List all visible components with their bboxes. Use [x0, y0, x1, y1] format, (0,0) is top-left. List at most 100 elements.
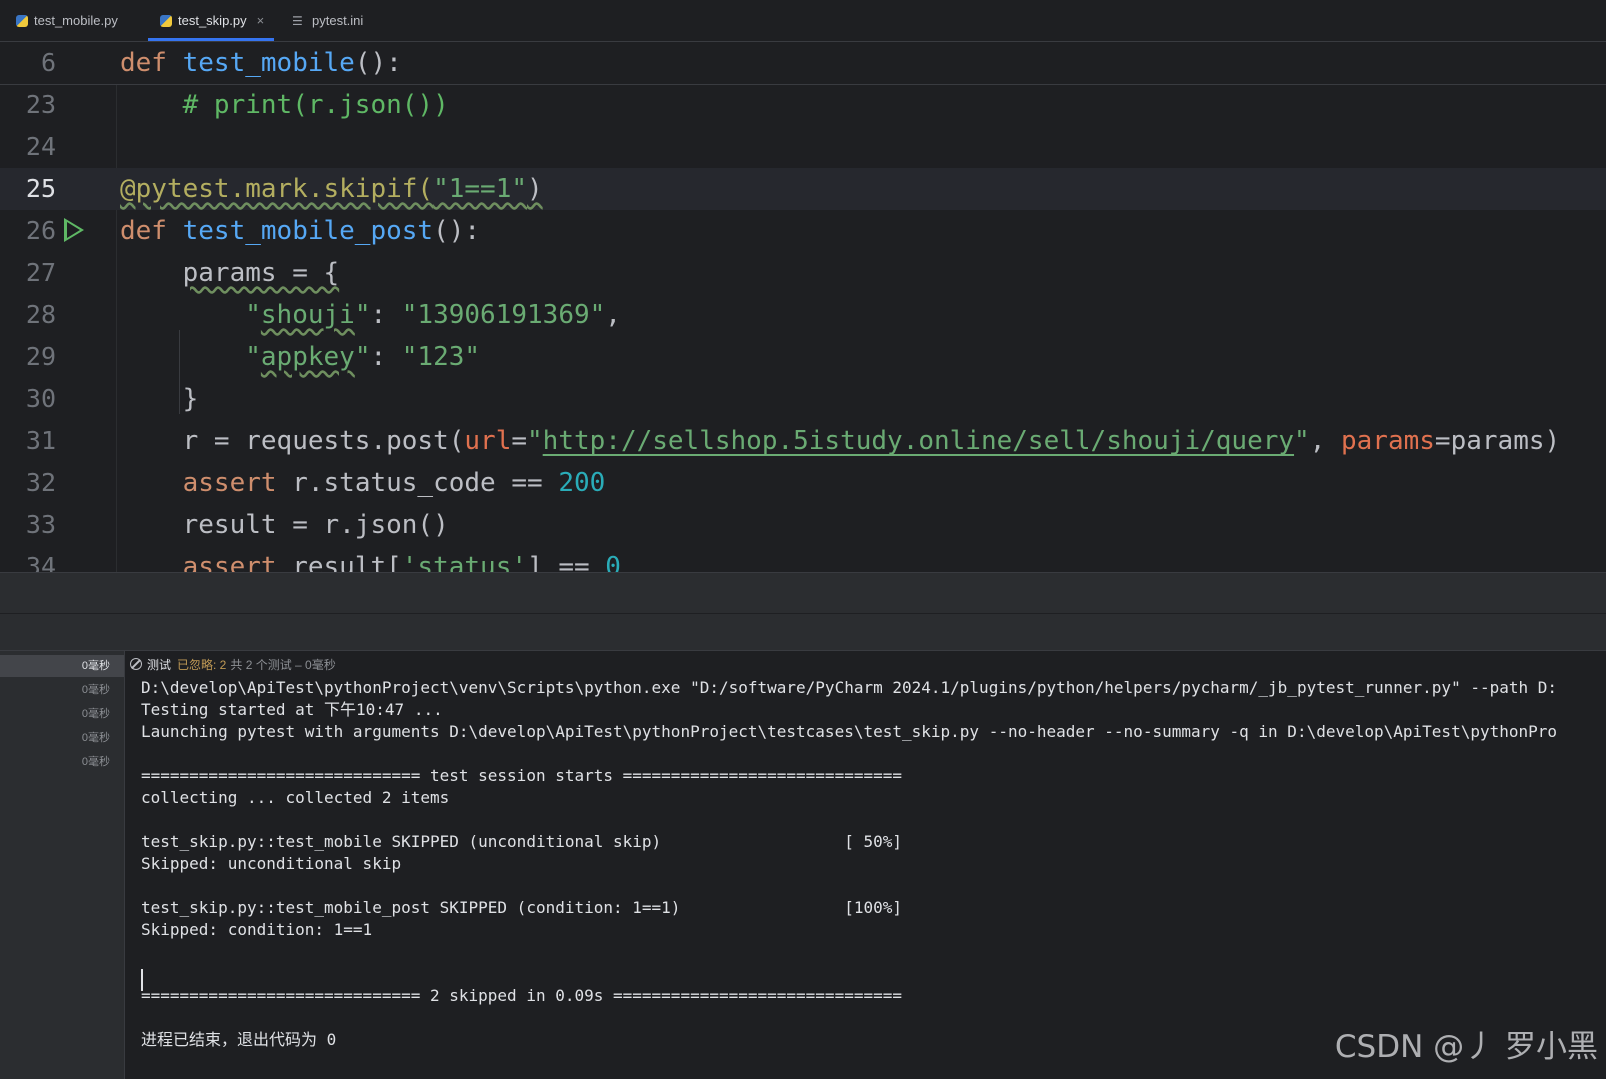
- duration-label: 0毫秒: [81, 756, 110, 768]
- console-line: 进程已结束，退出代码为 0: [141, 1030, 337, 1049]
- keyword-token: assert: [182, 468, 277, 498]
- number-token: 0: [605, 552, 621, 572]
- decorator-token: @pytest.mark.skipif(: [120, 174, 434, 204]
- string-token: 'status': [401, 552, 528, 572]
- named-param-token: params: [1341, 426, 1435, 456]
- string-token: appkey: [260, 342, 355, 372]
- keyword-token: def: [120, 216, 167, 246]
- code-token: =params): [1434, 426, 1561, 456]
- string-token: "123": [401, 342, 481, 372]
- close-icon[interactable]: ×: [257, 13, 265, 28]
- string-token: ": [354, 342, 371, 372]
- punct-token: ,: [1309, 426, 1341, 456]
- code-token: r = requests.post(: [182, 426, 465, 456]
- string-token: "13906191369": [401, 300, 606, 330]
- test-tree: 0毫秒 0毫秒 0毫秒 0毫秒 0毫秒: [0, 651, 125, 1079]
- code-line[interactable]: 34 assert result['status'] == 0: [0, 546, 1606, 572]
- code-line[interactable]: 33 result = r.json(): [0, 504, 1606, 546]
- code-text: assert r.status_code == 200: [120, 462, 606, 504]
- test-tree-row[interactable]: 0毫秒: [0, 727, 124, 749]
- tab-label: test_skip.py: [178, 13, 247, 28]
- string-token: ": [354, 300, 371, 330]
- punct-token: ():: [354, 48, 402, 78]
- duration-label: 0毫秒: [81, 732, 110, 744]
- code-token: r.status_code ==: [276, 468, 559, 498]
- punct-token: }: [182, 384, 199, 414]
- code-line[interactable]: 31 r = requests.post(url="http://sellsho…: [0, 420, 1606, 462]
- python-file-icon: [16, 14, 28, 27]
- function-name-token: test_mobile_post: [182, 216, 434, 246]
- test-tree-row[interactable]: 0毫秒: [0, 679, 124, 701]
- params-assign-token: params = {: [182, 258, 340, 288]
- console-line: ============================= 2 skipped …: [141, 986, 902, 1005]
- punct-token: ): [527, 174, 543, 204]
- line-number: 27: [25, 258, 56, 287]
- tab-label: pytest.ini: [312, 13, 364, 28]
- code-text: def test_mobile():: [120, 42, 402, 84]
- code-line[interactable]: 6 def test_mobile():: [0, 42, 1606, 85]
- code-line-current[interactable]: 25 @pytest.mark.skipif("1==1"): [0, 168, 1606, 210]
- line-number: 30: [25, 384, 56, 413]
- punct-token: =: [511, 426, 528, 456]
- tab-test-mobile[interactable]: test_mobile.py: [16, 0, 118, 41]
- code-text: @pytest.mark.skipif("1==1"): [120, 168, 543, 210]
- code-text: }: [120, 378, 199, 420]
- line-number: 24: [25, 132, 56, 161]
- code-line[interactable]: 32 assert r.status_code == 200: [0, 462, 1606, 504]
- punct-token: ():: [433, 216, 481, 246]
- code-line[interactable]: 23 # print(r.json()): [0, 84, 1606, 126]
- console-line: Launching pytest with arguments D:\devel…: [141, 722, 1558, 741]
- run-test-icon[interactable]: [64, 218, 84, 242]
- python-file-icon: [160, 14, 172, 27]
- code-text: def test_mobile_post():: [120, 210, 480, 252]
- punct-token: ,: [605, 300, 621, 330]
- tab-test-skip[interactable]: test_skip.py ×: [147, 0, 275, 41]
- line-number: 32: [25, 468, 56, 497]
- code-line[interactable]: 29 "appkey": "123": [0, 336, 1606, 378]
- named-param-token: url: [464, 426, 512, 456]
- line-number: 23: [25, 90, 56, 119]
- function-name-token: test_mobile: [182, 48, 355, 78]
- string-token: ": [245, 300, 261, 330]
- keyword-token: def: [120, 48, 167, 78]
- editor-panel-splitter[interactable]: [0, 572, 1606, 613]
- code-line[interactable]: 27 params = {: [0, 252, 1606, 294]
- duration-label: 0毫秒: [81, 684, 110, 696]
- string-token: ": [245, 342, 261, 372]
- tab-pytest-ini[interactable]: ☰ pytest.ini: [292, 0, 363, 41]
- editor-tab-bar: test_mobile.py test_skip.py × ☰ pytest.i…: [0, 0, 1606, 42]
- code-line[interactable]: 28 "shouji": "13906191369",: [0, 294, 1606, 336]
- run-toolbar: [0, 613, 1606, 650]
- string-token: ": [1294, 426, 1310, 456]
- code-line[interactable]: 24: [0, 126, 1606, 168]
- line-number: 26: [25, 216, 56, 245]
- console-line: Testing started at 下午10:47 ...: [141, 700, 443, 719]
- test-tree-row[interactable]: 0毫秒: [0, 751, 124, 773]
- text-caret: [141, 969, 143, 991]
- console-line: D:\develop\ApiTest\pythonProject\venv\Sc…: [141, 678, 1558, 697]
- code-editor[interactable]: 6 def test_mobile(): 23 # print(r.json()…: [0, 42, 1606, 572]
- line-number: 28: [25, 300, 56, 329]
- line-number: 29: [25, 342, 56, 371]
- punct-token: :: [370, 342, 402, 372]
- url-link[interactable]: http://sellshop.5istudy.online/sell/shou…: [543, 426, 1294, 456]
- console-output[interactable]: D:\develop\ApiTest\pythonProject\venv\Sc…: [141, 677, 1606, 1079]
- console-line: collecting ... collected 2 items: [141, 788, 450, 807]
- console-line: test_skip.py::test_mobile SKIPPED (uncon…: [141, 832, 902, 851]
- test-tree-row[interactable]: 0毫秒: [0, 703, 124, 725]
- line-number: 25: [25, 174, 56, 203]
- code-line[interactable]: 26 def test_mobile_post():: [0, 210, 1606, 252]
- code-text: "shouji": "13906191369",: [120, 294, 621, 336]
- code-token: result = r.json(): [182, 510, 449, 540]
- punct-token: :: [370, 300, 402, 330]
- string-token: shouji: [260, 300, 355, 330]
- line-number: 6: [40, 48, 56, 77]
- line-number: 33: [25, 510, 56, 539]
- run-tool-window: 0毫秒 0毫秒 0毫秒 0毫秒 0毫秒 测试 已忽略: 2 共 2 个测试 – …: [0, 650, 1606, 1079]
- number-token: 200: [558, 468, 606, 498]
- code-line[interactable]: 30 }: [0, 378, 1606, 420]
- test-tree-row[interactable]: 0毫秒: [0, 655, 124, 677]
- code-text: result = r.json(): [120, 504, 449, 546]
- duration-label: 0毫秒: [81, 660, 110, 672]
- string-token: "1==1": [433, 174, 527, 204]
